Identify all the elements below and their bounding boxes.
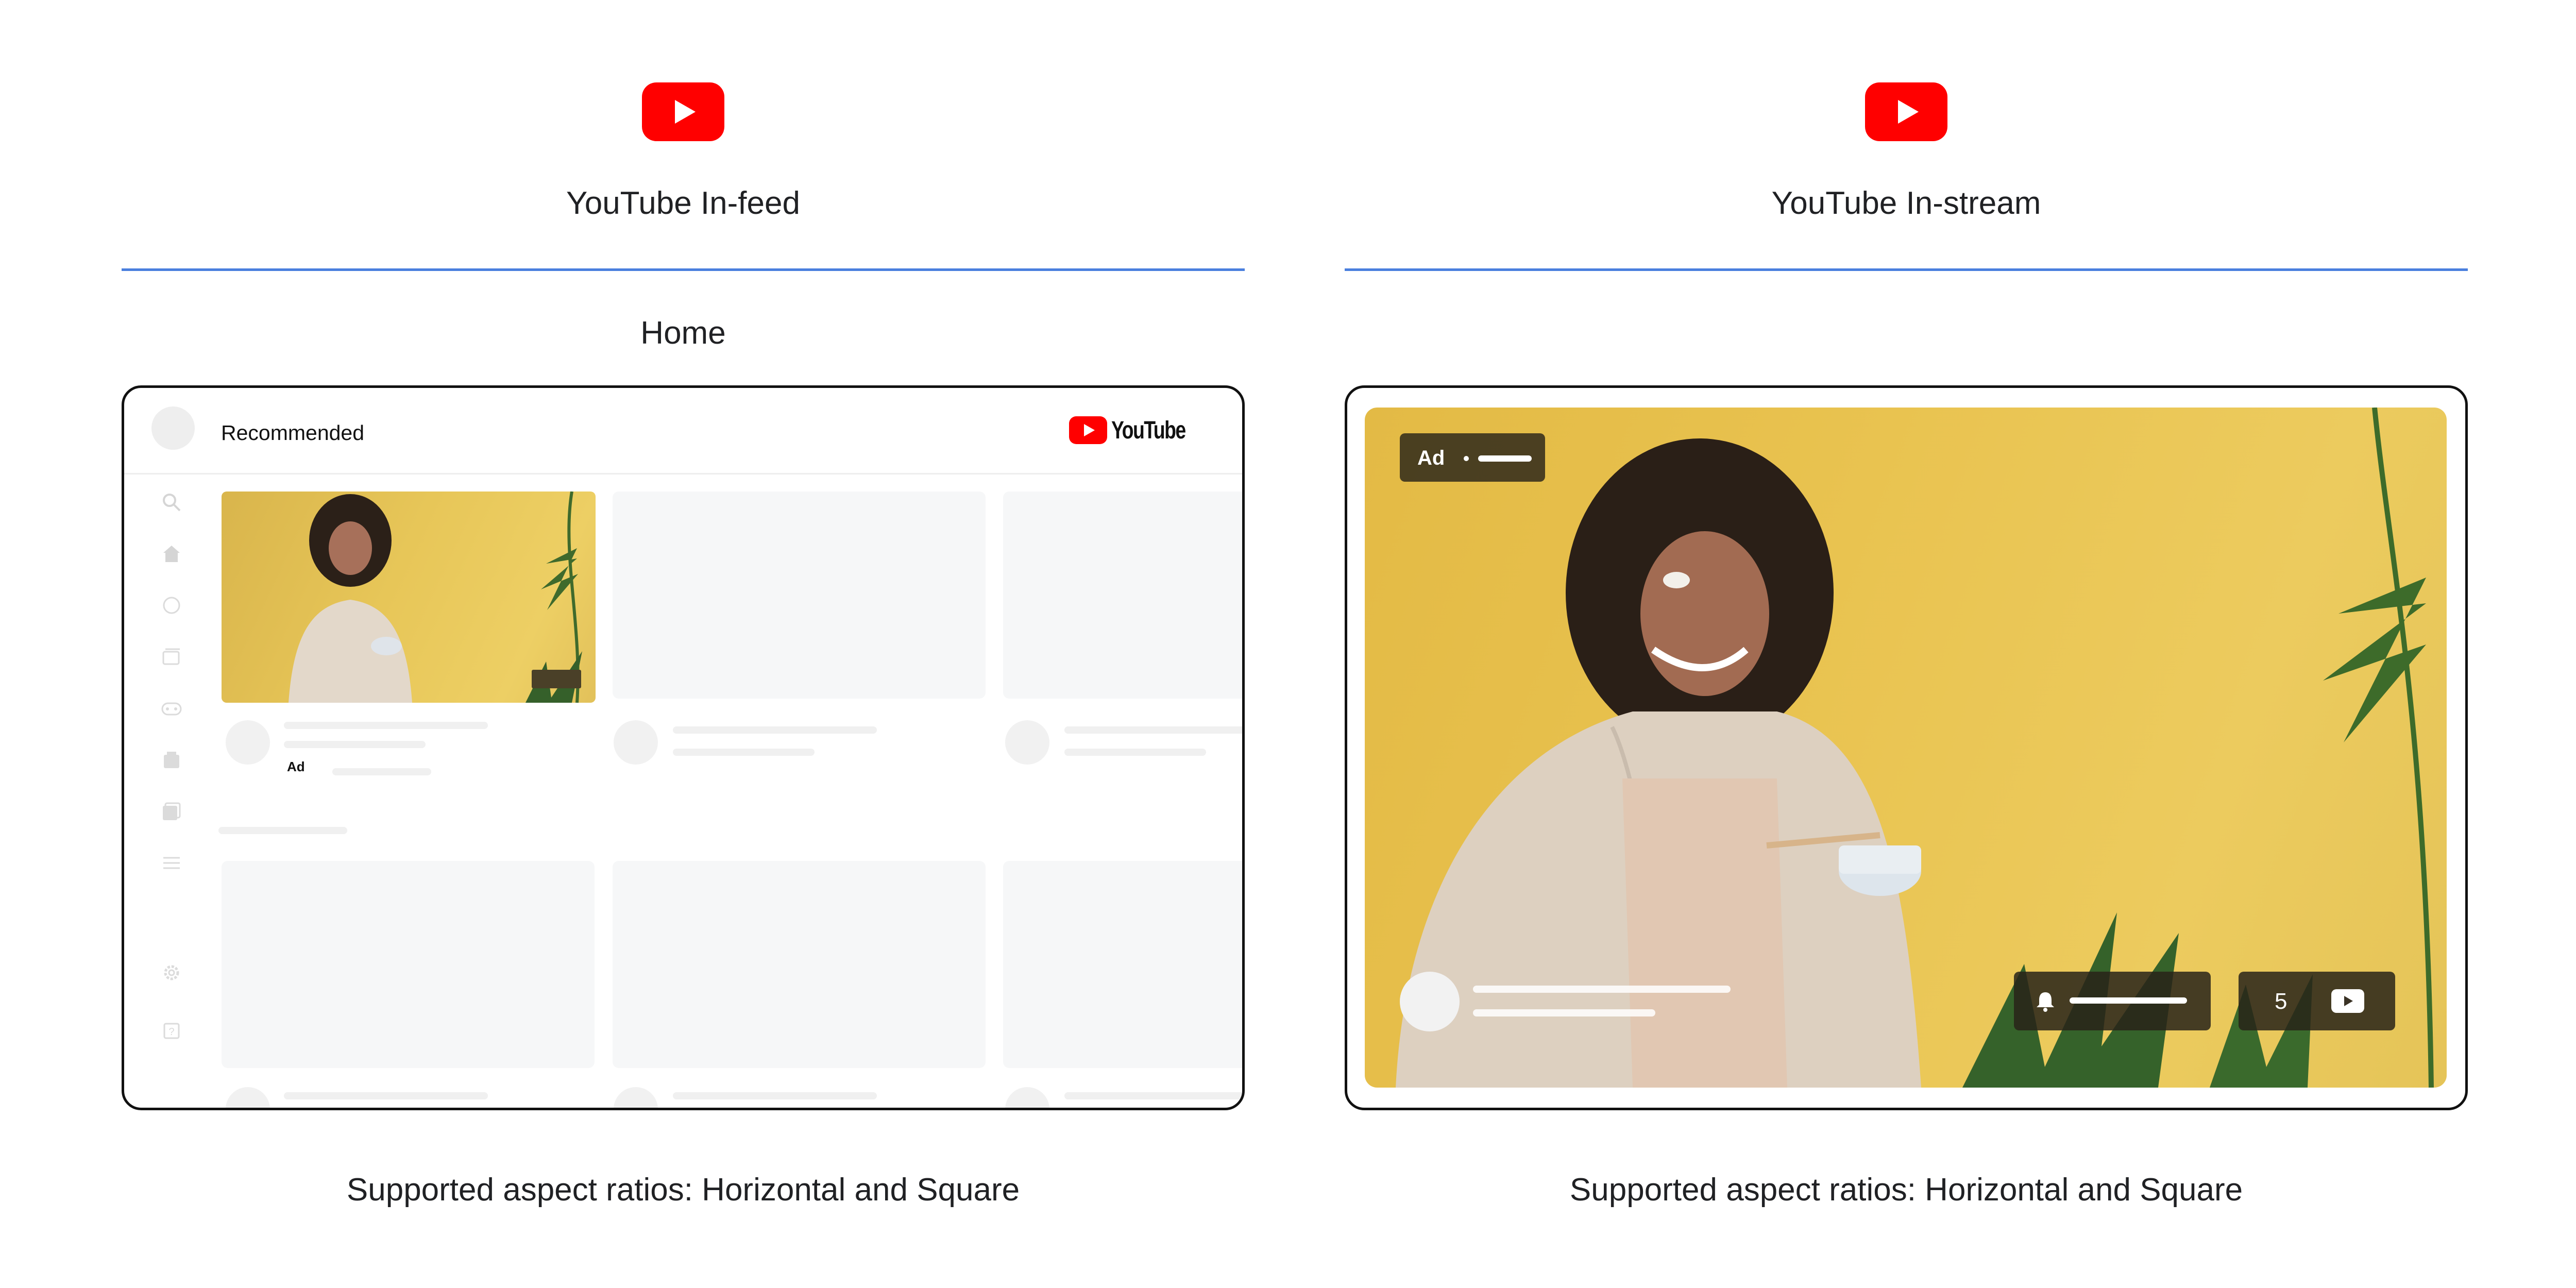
title-line-placeholder <box>1064 726 1242 734</box>
panel-title: YouTube In-stream <box>1771 185 2041 221</box>
ad-text-placeholder <box>1478 455 1532 462</box>
instream-panel: YouTube In-stream Ad 5 Supported aspect … <box>1345 0 2468 1288</box>
games-icon[interactable] <box>160 697 183 720</box>
subscribe-text-placeholder <box>2070 997 2187 1004</box>
title-line-placeholder <box>284 722 488 729</box>
title-line-placeholder <box>673 1092 877 1099</box>
skip-ad-button[interactable]: 5 <box>2239 972 2395 1030</box>
title-line-placeholder <box>284 741 426 748</box>
divider <box>1345 268 2468 271</box>
surface-label: Home <box>640 315 726 351</box>
channel-title-placeholder <box>1473 986 1731 993</box>
ad-label: Ad <box>1417 447 1445 469</box>
recommended-title: Recommended <box>221 421 365 445</box>
channel-avatar-placeholder <box>614 720 658 765</box>
title-line-placeholder <box>673 749 815 756</box>
channel-avatar-placeholder <box>1005 1087 1049 1108</box>
ad-indicator: Ad <box>1400 433 1545 482</box>
panel-title: YouTube In-feed <box>566 185 800 221</box>
video-thumbnail-placeholder <box>1003 492 1242 699</box>
aspect-ratio-caption: Supported aspect ratios: Horizontal and … <box>1569 1172 2243 1208</box>
feed-header: Recommended YouTube <box>124 388 1242 474</box>
title-line-placeholder <box>284 1092 488 1099</box>
infeed-panel: YouTube In-feed Home Recommended YouTube… <box>122 0 1245 1288</box>
youtube-logo: YouTube <box>1069 415 1206 446</box>
bell-icon <box>2037 992 2054 1012</box>
channel-subtitle-placeholder <box>1473 1009 1655 1016</box>
subscriptions-icon[interactable] <box>160 646 183 668</box>
video-thumbnail-placeholder <box>613 861 986 1068</box>
subscribe-button[interactable] <box>2014 972 2211 1030</box>
channel-avatar-placeholder <box>1005 720 1049 765</box>
svg-text:?: ? <box>168 1026 174 1038</box>
separator-dot <box>1464 456 1469 461</box>
channel-avatar-placeholder <box>226 1087 270 1108</box>
aspect-ratio-caption: Supported aspect ratios: Horizontal and … <box>346 1172 1020 1208</box>
channel-avatar-placeholder <box>226 720 270 765</box>
youtube-play-icon <box>642 82 724 141</box>
ad-label: Ad <box>287 759 305 774</box>
video-thumbnail-placeholder <box>613 492 986 699</box>
avatar <box>151 406 195 450</box>
channel-avatar[interactable] <box>1400 972 1460 1031</box>
video-thumbnail-placeholder <box>222 861 595 1068</box>
home-icon[interactable] <box>160 543 183 565</box>
youtube-logo-text: YouTube <box>1111 416 1186 444</box>
home-feed-mockup: Recommended YouTube ? Ad <box>122 385 1245 1110</box>
divider <box>122 268 1245 271</box>
help-icon[interactable]: ? <box>160 1020 183 1042</box>
title-line-placeholder <box>1064 749 1206 756</box>
explore-icon[interactable] <box>160 594 183 617</box>
title-line-placeholder <box>1064 1092 1242 1099</box>
instream-player-mockup: Ad 5 <box>1345 385 2468 1110</box>
skip-countdown: 5 <box>2275 989 2287 1014</box>
video-thumbnail-placeholder <box>1003 861 1242 1068</box>
youtube-play-icon <box>1865 82 1947 141</box>
youtube-small-icon <box>2331 989 2364 1013</box>
menu-icon[interactable] <box>160 852 183 874</box>
title-line-placeholder <box>673 726 877 734</box>
youtube-logo-icon <box>1069 416 1107 444</box>
settings-icon[interactable] <box>160 961 183 984</box>
duration-badge <box>532 670 581 688</box>
search-icon[interactable] <box>160 491 183 514</box>
channel-avatar-placeholder <box>614 1087 658 1108</box>
library-icon[interactable] <box>160 749 183 771</box>
ad-video[interactable]: Ad 5 <box>1365 408 2447 1088</box>
meta-line-placeholder <box>332 768 431 775</box>
ad-video-thumbnail[interactable] <box>222 492 596 703</box>
section-heading-placeholder <box>218 827 347 834</box>
history-icon[interactable] <box>160 800 183 823</box>
